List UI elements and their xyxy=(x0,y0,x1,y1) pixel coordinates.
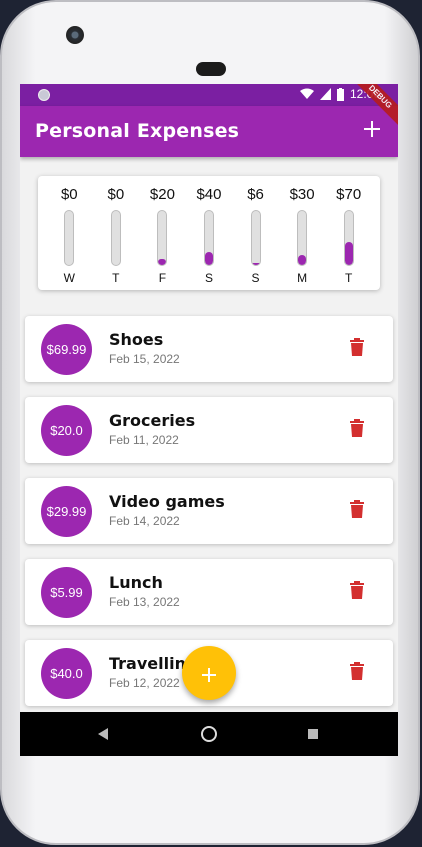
chart-bar-amount: $6 xyxy=(247,186,264,203)
delete-button[interactable] xyxy=(349,662,365,682)
transaction-title: Lunch xyxy=(109,573,163,592)
amount-avatar: $69.99 xyxy=(41,324,92,375)
amount-avatar: $5.99 xyxy=(41,567,92,618)
chart-bar-4: $6 S xyxy=(236,186,276,290)
chart-bar-day: F xyxy=(158,271,167,285)
wifi-icon xyxy=(299,88,314,99)
transaction-date: Feb 13, 2022 xyxy=(109,595,180,609)
trash-icon xyxy=(350,662,364,680)
chart-bar-amount: $20 xyxy=(149,186,175,203)
chart-bar-fill xyxy=(298,255,307,265)
chart-bar-day: S xyxy=(251,271,260,285)
transaction-card: $20.0 Groceries Feb 11, 2022 xyxy=(25,397,393,463)
app-bar: Personal Expenses xyxy=(20,106,398,157)
amount-avatar: $29.99 xyxy=(41,486,92,537)
chart-bar-amount: $0 xyxy=(107,186,125,203)
add-transaction-fab[interactable] xyxy=(182,646,236,700)
chart-bar-fill xyxy=(158,258,167,265)
transaction-title: Groceries xyxy=(109,411,196,430)
weekly-spending-chart: $0 W $0 T $20 F $40 S $6 S $30 M $70 T xyxy=(38,176,380,290)
chart-bar-fill xyxy=(344,242,353,265)
chart-bar-track xyxy=(110,210,121,266)
transaction-date: Feb 12, 2022 xyxy=(109,676,180,690)
app-screen: 12:06 Personal Expenses DEBUG $0 W $0 T $20 F… xyxy=(20,84,398,756)
front-camera xyxy=(66,26,84,44)
delete-button[interactable] xyxy=(349,338,365,358)
recents-icon[interactable] xyxy=(308,729,318,739)
chart-bar-day: W xyxy=(63,271,75,285)
battery-icon xyxy=(336,87,344,101)
chart-bar-0: $0 W xyxy=(49,186,89,290)
plus-icon xyxy=(364,121,380,137)
chart-bar-track xyxy=(297,210,308,266)
transaction-date: Feb 15, 2022 xyxy=(109,352,180,366)
app-title: Personal Expenses xyxy=(35,120,240,142)
chart-bar-amount: $40 xyxy=(196,186,222,203)
chart-bar-amount: $70 xyxy=(336,186,362,203)
transaction-title: Video games xyxy=(109,492,225,511)
add-transaction-button[interactable] xyxy=(358,115,386,143)
chart-bar-track xyxy=(203,210,214,266)
transaction-title: Shoes xyxy=(109,330,164,349)
chart-bar-track xyxy=(64,210,75,266)
chart-bar-day: T xyxy=(344,271,353,285)
chart-bar-amount: $0 xyxy=(60,186,78,203)
transaction-card: $5.99 Lunch Feb 13, 2022 xyxy=(25,559,393,625)
chart-bar-1: $0 T xyxy=(96,186,136,290)
chart-bar-track xyxy=(343,210,354,266)
chart-bar-day: T xyxy=(112,271,120,285)
transaction-card: $29.99 Video games Feb 14, 2022 xyxy=(25,478,393,544)
status-bar: 12:06 xyxy=(20,84,398,106)
trash-icon xyxy=(350,500,364,518)
transaction-date: Feb 14, 2022 xyxy=(109,514,180,528)
system-nav-bar xyxy=(20,712,398,756)
trash-icon xyxy=(350,338,364,356)
transaction-card: $69.99 Shoes Feb 15, 2022 xyxy=(25,316,393,382)
chart-bar-day: S xyxy=(204,271,213,285)
chart-bar-6: $70 T xyxy=(329,186,369,290)
delete-button[interactable] xyxy=(349,419,365,439)
delete-button[interactable] xyxy=(349,581,365,601)
trash-icon xyxy=(350,419,364,437)
chart-bar-fill xyxy=(251,262,260,265)
chart-bar-amount: $30 xyxy=(289,186,315,203)
chart-bar-5: $30 M xyxy=(282,186,322,290)
chart-bar-track xyxy=(250,210,261,266)
chart-bar-3: $40 S xyxy=(189,186,229,290)
chart-bar-fill xyxy=(204,252,213,265)
delete-button[interactable] xyxy=(349,500,365,520)
signal-icon xyxy=(319,88,331,100)
speaker-grille xyxy=(196,62,226,76)
home-icon[interactable] xyxy=(201,726,217,742)
trash-icon xyxy=(350,581,364,599)
amount-avatar: $20.0 xyxy=(41,405,92,456)
plus-icon xyxy=(202,668,216,682)
amount-avatar: $40.0 xyxy=(41,648,92,699)
chart-bar-day: M xyxy=(297,271,308,285)
chart-bar-track xyxy=(157,210,168,266)
back-icon[interactable] xyxy=(98,728,108,740)
transaction-date: Feb 11, 2022 xyxy=(109,433,179,447)
chart-bar-2: $20 F xyxy=(142,186,182,290)
notification-icon xyxy=(38,89,50,101)
